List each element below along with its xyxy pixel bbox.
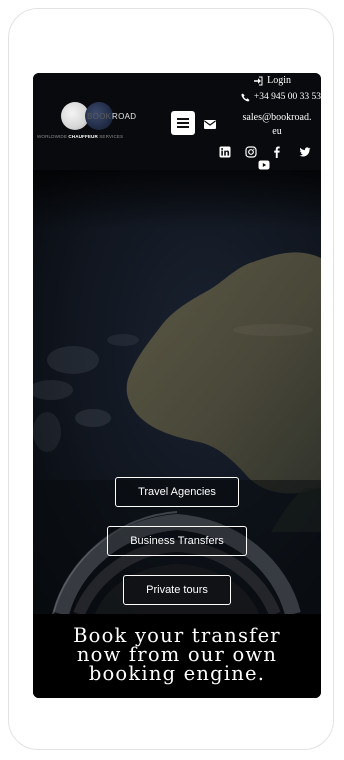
hamburger-menu-button[interactable] [171, 111, 195, 135]
heading-line: booking engine. [88, 662, 266, 685]
private-tours-button[interactable]: Private tours [123, 575, 231, 605]
email-line-1: sales@bookroad. [242, 112, 312, 123]
brand-logo[interactable]: BOOK ROAD WORLDWIDE CHAUFFEUR SERVICES [37, 99, 149, 143]
envelope-icon [204, 120, 216, 129]
phone-link[interactable]: +34 945 00 33 53 [241, 92, 321, 102]
contact-block: Login +34 945 00 33 53 sales@bookroad. e… [204, 73, 321, 170]
twitter-link[interactable] [299, 146, 311, 158]
app-screen: BOOK ROAD WORLDWIDE CHAUFFEUR SERVICES L… [33, 73, 321, 698]
email-link[interactable]: sales@bookroad. eu [233, 111, 321, 139]
business-transfers-button[interactable]: Business Transfers [107, 526, 247, 556]
travel-agencies-button[interactable]: Travel Agencies [115, 477, 239, 507]
logo-word-book: BOOK [87, 112, 112, 121]
menu-bar-icon [177, 122, 189, 124]
linkedin-icon [219, 146, 231, 158]
sign-in-icon [254, 76, 263, 85]
phone-icon [241, 92, 250, 102]
logo-word-road: ROAD [112, 112, 137, 121]
logo-tagline-post: SERVICES [97, 134, 124, 139]
login-label: Login [267, 75, 291, 86]
logo-tagline-accent: CHAUFFEUR [68, 134, 98, 139]
linkedin-link[interactable] [219, 146, 231, 158]
menu-bar-icon [177, 118, 189, 120]
instagram-link[interactable] [245, 146, 257, 158]
phone-number: +34 945 00 33 53 [253, 92, 321, 102]
twitter-icon [299, 147, 311, 157]
menu-bar-icon [177, 126, 189, 128]
email-line-2: eu [272, 126, 282, 137]
hero-section: Travel Agencies Business Transfers Priva… [33, 170, 321, 614]
login-link[interactable]: Login [253, 75, 291, 86]
facebook-link[interactable] [271, 146, 283, 158]
social-links [219, 146, 315, 170]
facebook-icon [274, 146, 280, 158]
booking-engine-heading: Book your transfer now from our own book… [33, 614, 321, 698]
instagram-icon [245, 146, 257, 158]
site-header: BOOK ROAD WORLDWIDE CHAUFFEUR SERVICES L… [33, 73, 321, 170]
logo-mark: BOOK ROAD [61, 102, 136, 130]
logo-tagline-pre: WORLDWIDE [37, 134, 69, 139]
logo-tagline: WORLDWIDE CHAUFFEUR SERVICES [37, 134, 149, 139]
